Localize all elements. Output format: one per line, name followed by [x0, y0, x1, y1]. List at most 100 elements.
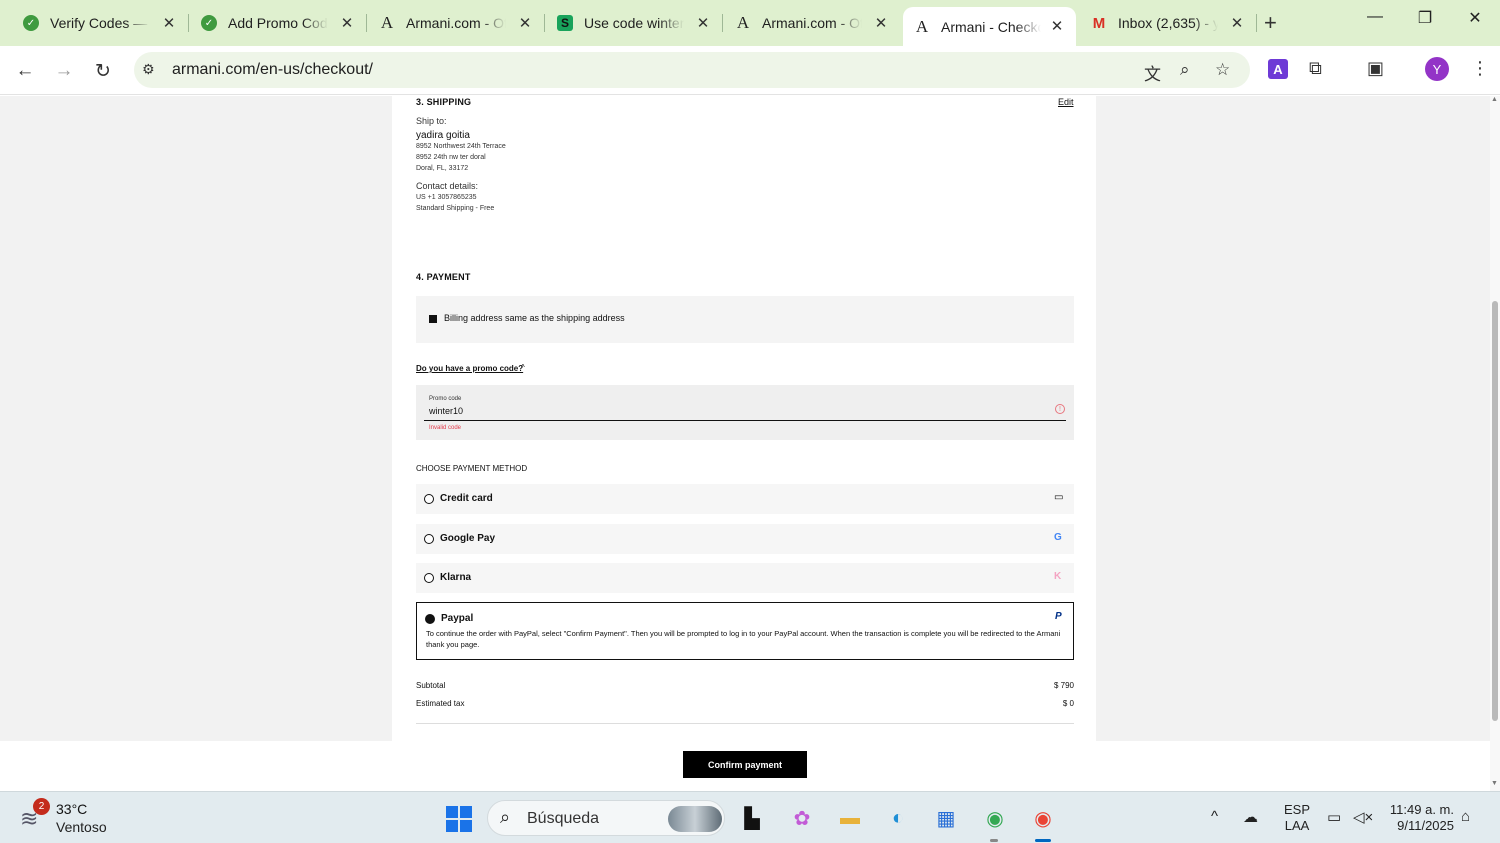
green-leaf-icon: ✓	[200, 14, 218, 32]
chevron-up-icon[interactable]: ^	[521, 363, 525, 372]
new-tab-plus-icon[interactable]: +	[1264, 10, 1277, 36]
tab-add-promo-code[interactable]: ✓ Add Promo Code ✕	[200, 8, 356, 38]
close-icon[interactable]: ✕	[1048, 17, 1066, 35]
forward-arrow-icon[interactable]: →	[51, 58, 77, 84]
back-arrow-icon[interactable]: ←	[12, 58, 38, 84]
tax-row: Estimated tax $ 0	[416, 699, 1074, 708]
edge-browser-icon[interactable]: ◐	[884, 804, 912, 832]
reload-icon[interactable]: ↻	[90, 58, 116, 84]
address-line: Doral, FL, 33172	[416, 165, 469, 172]
promo-error-text: Invalid code	[429, 425, 462, 431]
task-view-icon[interactable]: ▙	[738, 804, 766, 832]
windows-start-icon[interactable]	[446, 806, 472, 832]
chevron-up-icon[interactable]: ^	[1211, 808, 1218, 825]
address-line: 8952 Northwest 24th Terrace	[416, 143, 506, 150]
tab-search-icon[interactable]: ▣	[1367, 58, 1384, 79]
green-leaf-icon: ✓	[22, 14, 40, 32]
active-indicator	[1035, 839, 1051, 842]
windows-taskbar: ≋ 2 33°C Ventoso ⌕ Búsqueda ▙ ✿ ▬ ◐ ▦ ◉ …	[0, 791, 1500, 843]
profile-avatar[interactable]: Y	[1425, 57, 1449, 81]
extensions-puzzle-icon[interactable]: ⧉	[1309, 58, 1322, 79]
payment-option-google-pay[interactable]: Google Pay G	[416, 524, 1074, 554]
taskbar-search[interactable]: ⌕ Búsqueda	[487, 800, 725, 836]
tab-armani-official-1[interactable]: A Armani.com - Offi ✕	[378, 8, 534, 38]
close-icon[interactable]: ✕	[1228, 14, 1246, 32]
payment-heading: 4. PAYMENT	[416, 272, 471, 282]
billing-same-label: Billing address same as the shipping add…	[444, 313, 625, 323]
armani-a-icon: A	[915, 16, 929, 36]
radio-button[interactable]	[424, 494, 434, 504]
payment-section: 4. PAYMENT Billing address same as the s…	[392, 248, 1096, 743]
tab-armani-checkout[interactable]: A Armani - Checko ✕	[903, 7, 1076, 46]
tab-armani-official-2[interactable]: A Armani.com - Off ✕	[734, 8, 890, 38]
payment-option-klarna[interactable]: Klarna K	[416, 563, 1074, 593]
volume-muted-icon[interactable]: ◁×	[1353, 808, 1373, 826]
chrome-profile-icon[interactable]: ◉	[1029, 804, 1057, 832]
billing-same-option[interactable]: Billing address same as the shipping add…	[416, 296, 1074, 343]
copilot-icon[interactable]: ✿	[788, 804, 816, 832]
edit-shipping-link[interactable]: Edit	[1058, 97, 1074, 107]
payment-option-paypal[interactable]: Paypal P To continue the order with PayP…	[416, 602, 1074, 660]
tab-verify-codes[interactable]: ✓ Verify Codes — S ✕	[22, 8, 178, 38]
tax-label: Estimated tax	[416, 699, 465, 708]
shipping-heading: 3. SHIPPING	[416, 97, 472, 107]
extension-a-icon[interactable]: A	[1268, 59, 1288, 79]
chrome-icon[interactable]: ◉	[981, 804, 1009, 832]
payment-option-credit-card[interactable]: Credit card ▭	[416, 484, 1074, 514]
tab-gmail-inbox[interactable]: M Inbox (2,635) - ya ✕	[1090, 8, 1246, 38]
recipient-name: yadira goitia	[416, 130, 470, 141]
weather-temperature[interactable]: 33°C	[56, 801, 87, 817]
radio-button-selected[interactable]	[425, 614, 435, 624]
close-icon[interactable]: ✕	[516, 14, 534, 32]
gmail-icon: M	[1092, 14, 1106, 32]
system-clock[interactable]: 11:49 a. m. 9/11/2025	[1380, 802, 1454, 834]
translate-icon[interactable]: 文	[1144, 60, 1161, 85]
close-icon[interactable]: ✕	[160, 14, 178, 32]
promo-code-toggle[interactable]: Do you have a promo code?	[416, 364, 523, 373]
menu-kebab-icon[interactable]: ⋮	[1471, 58, 1489, 79]
tab-strip: ✓ Verify Codes — S ✕ ✓ Add Promo Code ✕ …	[0, 0, 1500, 46]
minimize-icon[interactable]: —	[1360, 8, 1390, 26]
promo-code-input[interactable]	[424, 402, 1066, 421]
tab-title: Armani - Checko	[941, 18, 1041, 35]
input-language[interactable]: ESP LAA	[1284, 802, 1310, 834]
notifications-bell-icon[interactable]: ⌂	[1461, 808, 1470, 825]
network-icon[interactable]: ▭	[1327, 808, 1341, 826]
armani-a-icon: A	[380, 13, 394, 32]
radio-button[interactable]	[424, 534, 434, 544]
subtotal-value: $ 790	[1053, 681, 1074, 690]
scroll-up-arrow-icon[interactable]: ▲	[1491, 96, 1498, 103]
tab-title: Inbox (2,635) - ya	[1118, 15, 1218, 31]
weather-condition[interactable]: Ventoso	[56, 819, 107, 835]
confirm-payment-button[interactable]: Confirm payment	[683, 751, 807, 778]
close-icon[interactable]: ✕	[694, 14, 712, 32]
microsoft-store-icon[interactable]: ▦	[932, 804, 960, 832]
close-icon[interactable]: ✕	[872, 14, 890, 32]
file-explorer-icon[interactable]: ▬	[836, 804, 864, 832]
choose-payment-heading: CHOOSE PAYMENT METHOD	[416, 464, 528, 473]
close-icon[interactable]: ✕	[338, 14, 356, 32]
zoom-icon[interactable]: ⌕	[1180, 60, 1190, 80]
page-scrollbar[interactable]: ▲ ▼	[1490, 96, 1500, 791]
site-info-icon[interactable]: ⚙	[142, 61, 155, 78]
payment-option-label: Google Pay	[440, 533, 496, 544]
tab-separator	[366, 14, 367, 32]
billing-checkbox[interactable]	[429, 315, 437, 323]
tab-separator	[188, 14, 189, 32]
scroll-down-arrow-icon[interactable]: ▼	[1491, 780, 1498, 787]
restore-icon[interactable]: ❐	[1410, 8, 1440, 28]
scrollbar-thumb[interactable]	[1492, 301, 1498, 721]
paypal-description: To continue the order with PayPal, selec…	[426, 629, 1061, 649]
address-bar[interactable]: ⚙ armani.com/en-us/checkout/ 文 ⌕ ☆	[134, 52, 1250, 88]
close-window-icon[interactable]: ✕	[1460, 8, 1490, 28]
checkout-page: 3. SHIPPING Edit Ship to: yadira goitia …	[0, 96, 1500, 791]
onedrive-cloud-icon[interactable]: ☁	[1243, 808, 1258, 826]
tab-use-code-winter[interactable]: S Use code winter ✕	[556, 8, 712, 38]
tax-value: $ 0	[1062, 699, 1074, 708]
bookmark-star-icon[interactable]: ☆	[1215, 60, 1230, 80]
clock-date: 9/11/2025	[1397, 818, 1454, 833]
search-placeholder: Búsqueda	[527, 810, 600, 827]
radio-button[interactable]	[424, 573, 434, 583]
shipping-method: Standard Shipping - Free	[416, 205, 495, 212]
url-text[interactable]: armani.com/en-us/checkout/	[172, 61, 373, 79]
